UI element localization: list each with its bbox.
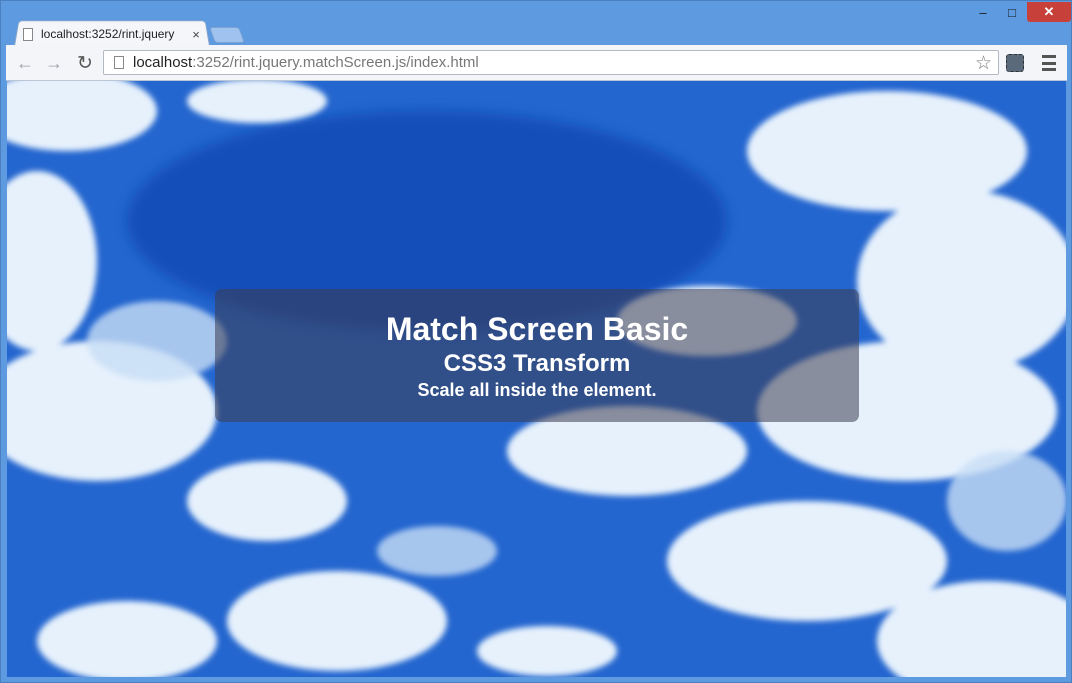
tab-close-icon[interactable]: × <box>189 27 203 42</box>
tab-title: localhost:3252/rint.jquery <box>41 27 175 41</box>
new-tab-button[interactable] <box>209 27 245 43</box>
reload-button[interactable]: ↻ <box>74 52 96 74</box>
browser-toolbar: ← → ↻ localhost:3252/rint.jquery.matchSc… <box>6 45 1067 81</box>
info-panel: Match Screen Basic CSS3 Transform Scale … <box>215 289 859 422</box>
minimize-button[interactable]: – <box>969 2 997 22</box>
active-tab-content[interactable]: localhost:3252/rint.jquery × <box>23 24 203 44</box>
page-subtitle: CSS3 Transform <box>443 350 631 377</box>
menu-icon[interactable] <box>1042 55 1056 71</box>
forward-button[interactable]: → <box>43 52 65 74</box>
title-bar: localhost:3252/rint.jquery × – □ ✕ <box>1 1 1072 46</box>
close-button[interactable]: ✕ <box>1027 2 1071 22</box>
page-description: Scale all inside the element. <box>417 380 657 400</box>
maximize-button[interactable]: □ <box>998 2 1026 22</box>
browser-window: localhost:3252/rint.jquery × – □ ✕ ← → ↻… <box>0 0 1072 683</box>
url-path: :3252/rint.jquery.matchScreen.js/index.h… <box>192 54 479 71</box>
page-icon <box>23 27 33 41</box>
extension-icon[interactable] <box>1006 54 1024 72</box>
bookmark-star-icon[interactable]: ☆ <box>975 52 992 75</box>
page-viewport: Match Screen Basic CSS3 Transform Scale … <box>7 81 1066 677</box>
page-title: Match Screen Basic <box>385 311 689 347</box>
address-bar[interactable]: localhost:3252/rint.jquery.matchScreen.j… <box>103 50 999 75</box>
page-icon <box>114 56 124 69</box>
back-button[interactable]: ← <box>14 52 36 74</box>
url-host: localhost <box>133 54 193 71</box>
